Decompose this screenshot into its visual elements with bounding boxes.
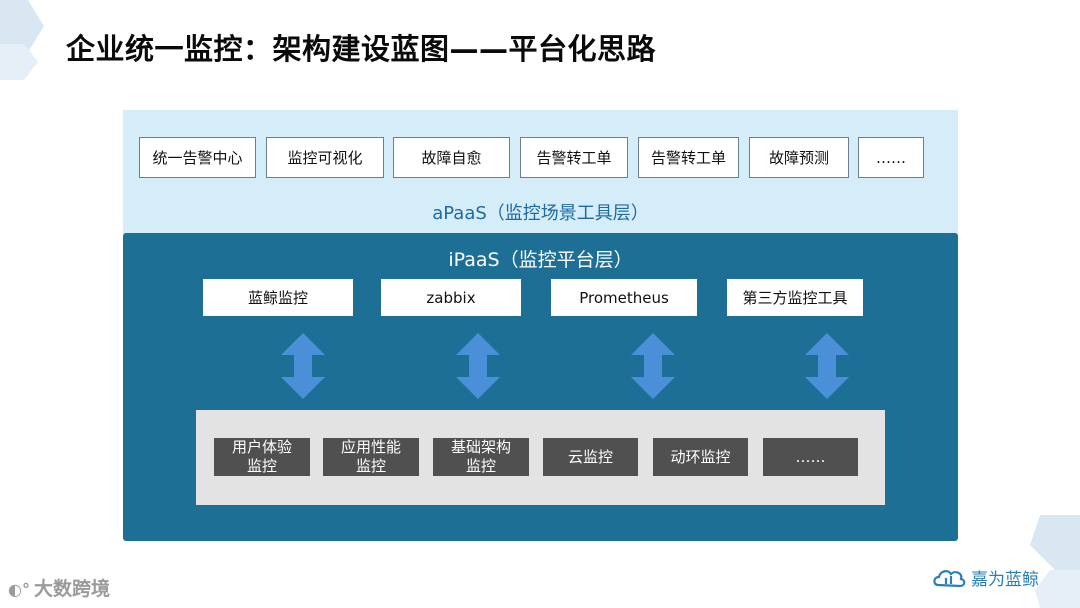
tool-prometheus: Prometheus xyxy=(551,279,697,316)
tool-zabbix: zabbix xyxy=(381,279,521,316)
cloud-logo-icon xyxy=(933,569,966,587)
watermark-logo-icon: ◐° xyxy=(8,580,30,599)
ipaas-layer-label: iPaaS（监控平台层） xyxy=(448,249,633,271)
monitor-user-experience: 用户体验 监控 xyxy=(214,438,310,476)
double-arrow-icon xyxy=(456,333,500,399)
corner-decoration-top-left xyxy=(0,0,44,80)
monitor-label: 云监控 xyxy=(567,447,613,466)
apaas-item-alert-to-ticket: 告警转工单 xyxy=(520,137,628,178)
double-arrow-icon xyxy=(805,333,849,399)
apaas-layer-label: aPaaS（监控场景工具层） xyxy=(432,203,649,224)
tool-bluking-monitor: 蓝鲸监控 xyxy=(203,279,353,316)
apaas-item-unified-alert-center: 统一告警中心 xyxy=(139,137,256,178)
monitoring-domains-panel: 用户体验 监控 应用性能 监控 基础架构 监控 云监控 动环监控 …… xyxy=(196,410,885,505)
monitor-infrastructure: 基础架构 监控 xyxy=(433,438,529,476)
apaas-item-alert-to-ticket-2: 告警转工单 xyxy=(638,137,739,178)
monitor-power-environment: 动环监控 xyxy=(653,438,748,476)
watermark-logo-left: ◐° 大数跨境 xyxy=(8,574,110,601)
apaas-item-fault-prediction: 故障预测 xyxy=(749,137,849,178)
apaas-layer: 统一告警中心 监控可视化 故障自愈 告警转工单 告警转工单 故障预测 …… aP… xyxy=(123,110,958,234)
monitor-label: 用户体验 监控 xyxy=(231,438,292,475)
monitor-cloud: 云监控 xyxy=(543,438,638,476)
brand-logo-text: 嘉为蓝鲸 xyxy=(971,570,1039,590)
tool-third-party-monitor: 第三方监控工具 xyxy=(727,279,863,316)
monitor-more: …… xyxy=(763,438,858,476)
apaas-item-fault-self-healing: 故障自愈 xyxy=(393,137,510,178)
monitor-label: 动环监控 xyxy=(670,447,731,466)
monitor-label: 应用性能 监控 xyxy=(340,438,401,475)
brand-logo-right: 嘉为蓝鲸 xyxy=(932,565,1039,590)
monitor-label: 基础架构 监控 xyxy=(450,438,511,475)
double-arrow-icon xyxy=(281,333,325,399)
monitor-label: …… xyxy=(795,447,826,466)
page-title: 企业统一监控：架构建设蓝图——平台化思路 xyxy=(66,32,657,66)
monitor-application-performance: 应用性能 监控 xyxy=(323,438,419,476)
corner-decoration-bottom-right xyxy=(1030,515,1080,608)
double-arrow-icon xyxy=(631,333,675,399)
ipaas-layer: iPaaS（监控平台层） 蓝鲸监控 zabbix Prometheus 第三方监… xyxy=(123,233,958,541)
apaas-item-monitor-visualization: 监控可视化 xyxy=(266,137,384,178)
apaas-item-more: …… xyxy=(858,137,924,178)
watermark-logo-text: 大数跨境 xyxy=(33,578,110,600)
